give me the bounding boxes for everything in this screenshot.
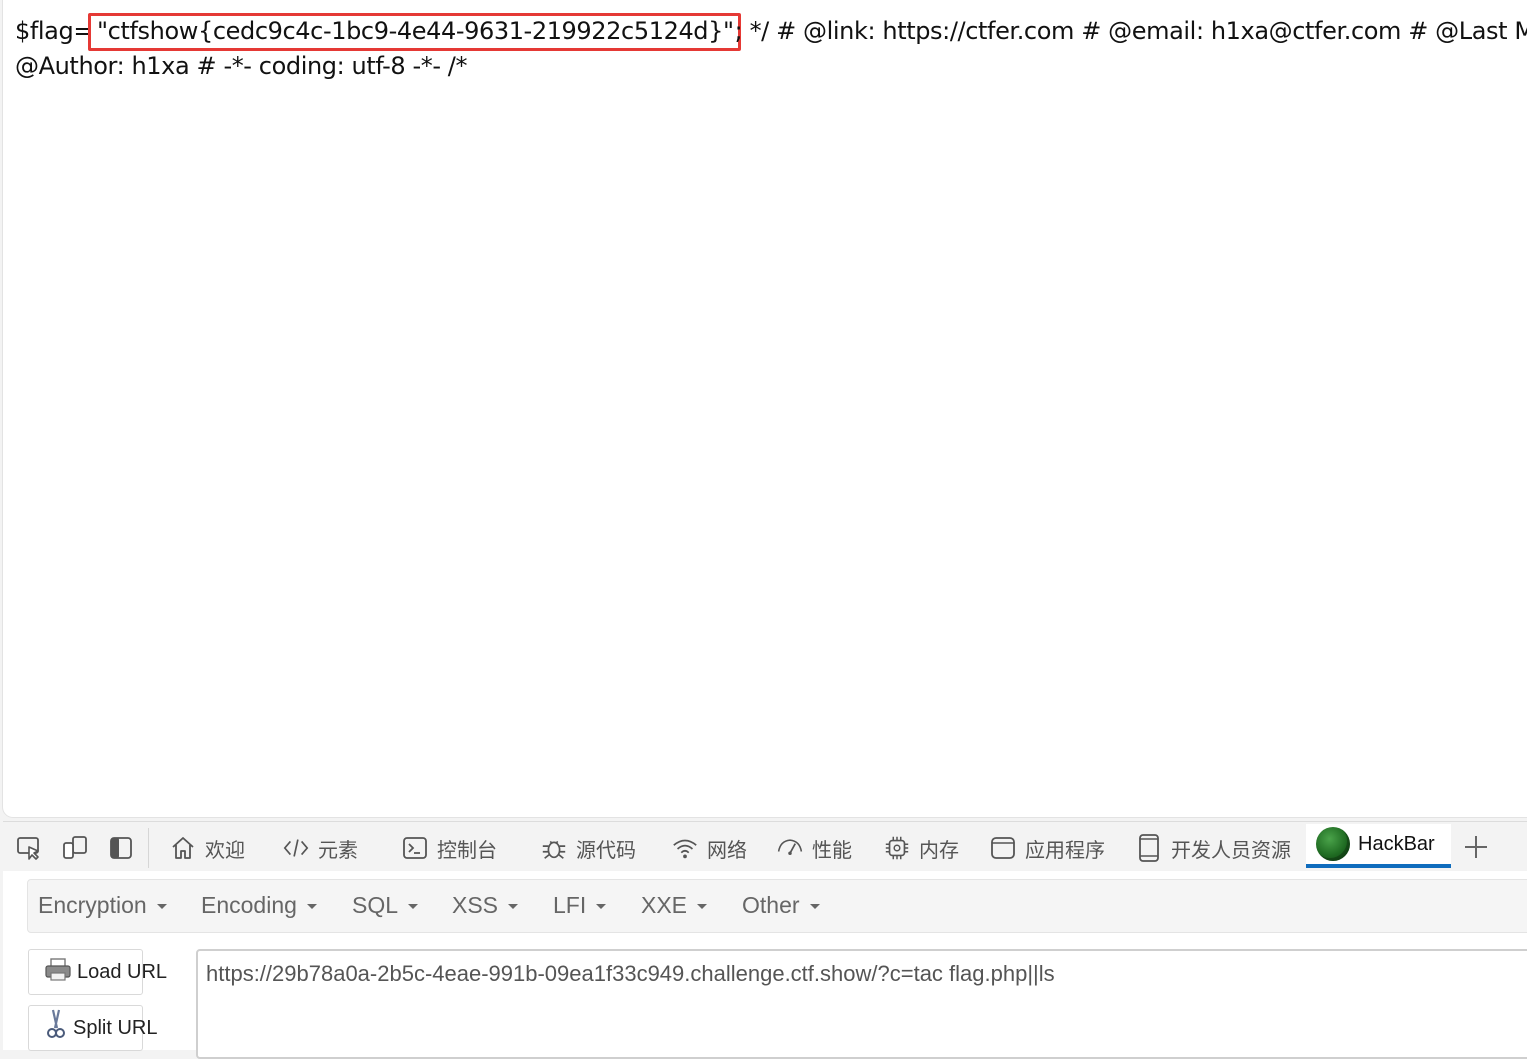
page-content: $flag= "ctfshow{cedc9c4c-1bc9-4e44-9631-2… xyxy=(3,0,1527,817)
menu-label: Encryption xyxy=(38,892,147,918)
tab-label: 应用程序 xyxy=(1025,837,1105,862)
menu-label: XXE xyxy=(641,892,688,918)
menu-label: XSS xyxy=(452,892,499,918)
gauge-icon xyxy=(776,834,804,862)
home-icon xyxy=(169,834,197,862)
hackbar-panel: Encryption Encoding SQL XSS LFI XXE Othe… xyxy=(3,871,1527,1059)
bug-icon xyxy=(540,834,568,862)
tablet-icon xyxy=(1135,834,1163,862)
line1-suffix: ; */ # @link: https://ctfer.com # @email… xyxy=(734,17,1527,45)
url-textarea[interactable]: https://29b78a0a-2b5c-4eae-991b-09ea1f33… xyxy=(196,949,1527,1059)
caret-down-icon xyxy=(408,904,419,910)
source-line-1: $flag= "ctfshow{cedc9c4c-1bc9-4e44-9631-2… xyxy=(15,13,1527,51)
caret-down-icon xyxy=(697,904,708,910)
console-icon xyxy=(401,834,429,862)
tab-label: 源代码 xyxy=(576,837,636,862)
load-url-label: Load URL xyxy=(77,960,168,983)
split-url-label: Split URL xyxy=(73,1016,158,1039)
scissors-icon xyxy=(43,1008,69,1048)
dock-panel-icon[interactable] xyxy=(107,834,135,862)
menu-label: LFI xyxy=(553,892,587,918)
plus-icon[interactable] xyxy=(1461,832,1491,862)
tab-hackbar[interactable]: HackBar xyxy=(1306,824,1451,868)
split-url-button[interactable]: Split URL xyxy=(28,1005,157,1051)
tab-application[interactable]: 应用程序 xyxy=(989,831,1105,865)
code-brackets-icon xyxy=(282,834,310,862)
tab-label: 欢迎 xyxy=(205,837,245,862)
wifi-icon xyxy=(671,834,699,862)
tab-elements[interactable]: 元素 xyxy=(282,831,358,865)
menu-label: Encoding xyxy=(201,892,297,918)
tab-console[interactable]: 控制台 xyxy=(401,831,497,865)
devtools-tab-bar: 欢迎 元素 控制台 源代码 网络 性能 内存 应用程序 开发人员资源 HackB… xyxy=(3,821,1527,872)
tab-developer-resources[interactable]: 开发人员资源 xyxy=(1135,831,1291,865)
tab-label: HackBar xyxy=(1358,832,1435,855)
menu-label: SQL xyxy=(352,892,399,918)
tab-welcome[interactable]: 欢迎 xyxy=(169,831,245,865)
tab-label: 性能 xyxy=(812,837,852,862)
device-emulation-icon[interactable] xyxy=(61,834,89,862)
menu-encryption[interactable]: Encryption xyxy=(38,892,167,919)
caret-down-icon xyxy=(809,904,820,910)
tab-network[interactable]: 网络 xyxy=(671,831,747,865)
hackbar-menu-bar: Encryption Encoding SQL XSS LFI XXE Othe… xyxy=(27,879,1527,933)
flag-highlight-box: "ctfshow{cedc9c4c-1bc9-4e44-9631-219922c… xyxy=(88,13,741,51)
menu-xss[interactable]: XSS xyxy=(452,892,519,919)
inspect-element-icon[interactable] xyxy=(15,834,43,862)
chip-icon xyxy=(883,834,911,862)
caret-down-icon xyxy=(596,904,607,910)
menu-sql[interactable]: SQL xyxy=(352,892,419,919)
printer-icon xyxy=(43,956,73,988)
app-window-icon xyxy=(989,834,1017,862)
tab-label: 网络 xyxy=(707,837,747,862)
tab-memory[interactable]: 内存 xyxy=(883,831,959,865)
tab-label: 内存 xyxy=(919,837,959,862)
flag-prefix: $flag= xyxy=(15,17,94,45)
load-url-button[interactable]: Load URL xyxy=(28,949,167,995)
flag-value: "ctfshow{cedc9c4c-1bc9-4e44-9631-219922c… xyxy=(97,17,734,45)
caret-down-icon xyxy=(508,904,519,910)
caret-down-icon xyxy=(156,904,167,910)
tab-label: 元素 xyxy=(318,837,358,862)
tab-separator xyxy=(148,828,149,868)
caret-down-icon xyxy=(306,904,317,910)
menu-label: Other xyxy=(742,892,800,918)
tab-sources[interactable]: 源代码 xyxy=(540,831,636,865)
tab-label: 控制台 xyxy=(437,837,497,862)
tab-label: 开发人员资源 xyxy=(1171,837,1291,862)
menu-encoding[interactable]: Encoding xyxy=(201,892,317,919)
menu-other[interactable]: Other xyxy=(742,892,820,919)
tab-performance[interactable]: 性能 xyxy=(776,831,852,865)
menu-xxe[interactable]: XXE xyxy=(641,892,708,919)
hackbar-logo-icon xyxy=(1316,827,1350,861)
menu-lfi[interactable]: LFI xyxy=(553,892,607,919)
source-line-2: @Author: h1xa # -*- coding: utf-8 -*- /* xyxy=(15,52,468,80)
